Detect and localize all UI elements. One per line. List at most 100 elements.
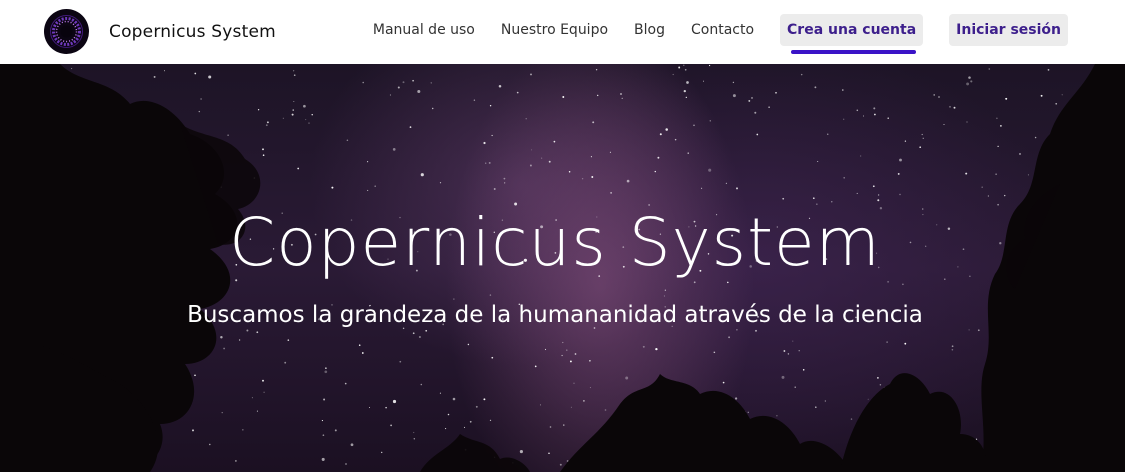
star <box>467 343 470 346</box>
star <box>591 176 594 178</box>
star <box>463 426 466 428</box>
star <box>722 381 725 384</box>
star <box>389 94 391 96</box>
star <box>489 294 492 296</box>
star <box>256 331 259 334</box>
star <box>794 386 796 388</box>
star <box>987 195 989 197</box>
star <box>1004 194 1006 197</box>
star <box>664 289 666 291</box>
star <box>563 424 565 426</box>
star <box>815 406 817 408</box>
star <box>1027 174 1029 176</box>
star <box>345 463 347 465</box>
star <box>425 329 428 332</box>
star <box>732 94 736 98</box>
star <box>262 379 264 382</box>
star <box>626 179 630 183</box>
star <box>399 360 402 363</box>
star <box>897 172 900 175</box>
star <box>747 411 749 413</box>
star <box>344 382 347 385</box>
star <box>685 96 687 99</box>
star <box>445 428 447 430</box>
brand-link[interactable]: Copernicus System <box>44 9 276 54</box>
nav-link-team[interactable]: Nuestro Equipo <box>501 22 608 38</box>
star <box>447 413 450 416</box>
star <box>256 410 258 412</box>
star <box>867 398 869 400</box>
login-button[interactable]: Iniciar sesión <box>949 14 1068 46</box>
star <box>367 189 369 191</box>
star <box>488 161 491 164</box>
nav-link-contact[interactable]: Contacto <box>691 22 754 38</box>
star <box>850 418 853 420</box>
star <box>589 387 591 389</box>
star <box>621 97 623 99</box>
star <box>569 360 572 363</box>
star <box>397 86 400 89</box>
star <box>831 201 833 203</box>
star <box>886 341 888 343</box>
star <box>208 75 212 79</box>
nav-link-blog[interactable]: Blog <box>634 22 665 38</box>
nav-link-manual[interactable]: Manual de uso <box>373 22 475 38</box>
star <box>209 443 211 446</box>
star <box>949 105 951 108</box>
star <box>748 99 751 102</box>
star <box>331 186 334 189</box>
star <box>776 415 778 417</box>
star <box>595 69 598 71</box>
star <box>541 157 543 159</box>
star <box>293 74 296 77</box>
star <box>402 81 405 84</box>
star <box>953 106 956 109</box>
star <box>814 86 817 89</box>
star <box>257 109 260 111</box>
star <box>194 374 196 377</box>
star <box>198 110 201 113</box>
star <box>899 158 902 162</box>
star <box>381 451 383 454</box>
star <box>192 429 194 432</box>
star <box>251 397 253 399</box>
star <box>194 72 197 75</box>
star <box>887 117 889 119</box>
star <box>530 73 532 76</box>
star <box>683 89 686 93</box>
star <box>559 463 562 466</box>
star <box>227 134 229 136</box>
star <box>995 173 997 175</box>
star <box>200 98 202 100</box>
star <box>589 359 591 362</box>
star <box>491 356 494 359</box>
star <box>321 420 323 422</box>
star <box>860 155 862 157</box>
star <box>968 76 971 79</box>
star <box>708 64 711 67</box>
star <box>291 113 294 116</box>
star <box>713 351 715 354</box>
star <box>246 329 249 332</box>
brand-name: Copernicus System <box>109 21 276 42</box>
star <box>970 80 973 83</box>
star <box>899 193 901 196</box>
hero: Copernicus System Buscamos la grandeza d… <box>0 64 1125 472</box>
star <box>439 182 442 184</box>
star <box>367 161 369 163</box>
signup-button[interactable]: Crea una cuenta <box>780 14 924 54</box>
star <box>358 344 361 346</box>
star <box>489 419 492 422</box>
star <box>996 117 998 120</box>
star <box>1000 125 1002 127</box>
star <box>1061 94 1063 96</box>
star <box>334 429 337 432</box>
star <box>768 106 770 108</box>
hero-subtitle: Buscamos la grandeza de la humananidad a… <box>187 302 923 328</box>
star <box>879 384 882 386</box>
star <box>604 409 607 411</box>
star <box>966 121 968 123</box>
star <box>922 137 924 139</box>
star <box>1019 153 1021 155</box>
star <box>71 68 73 70</box>
